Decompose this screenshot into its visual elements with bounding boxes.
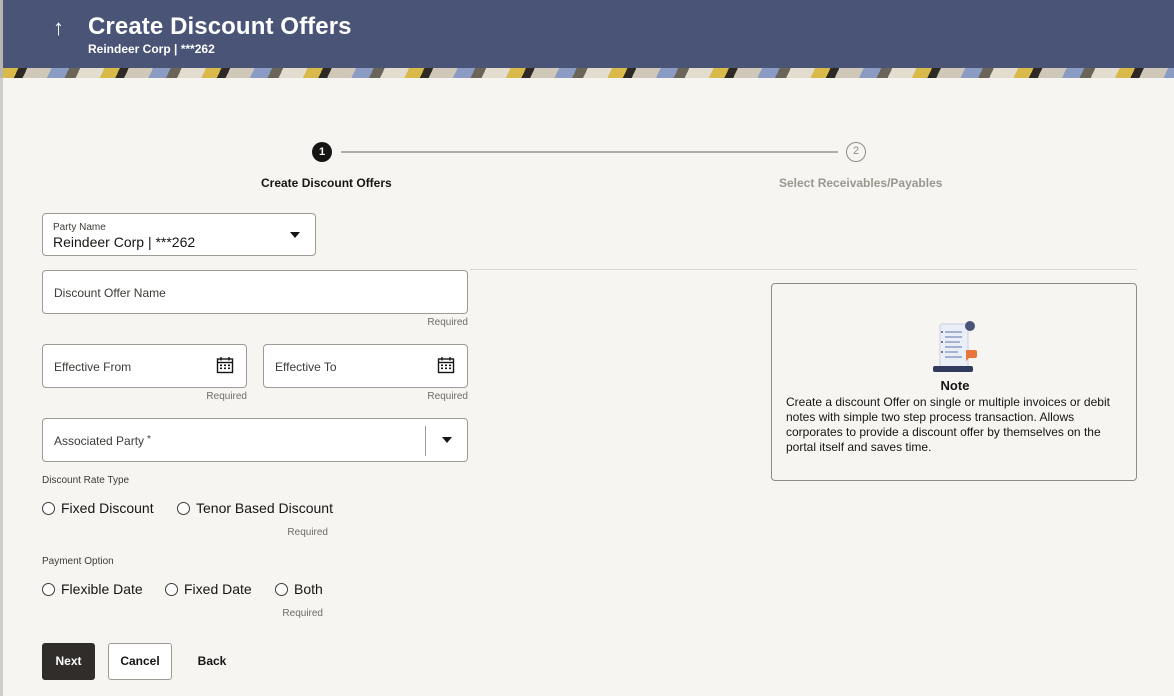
associated-party-label-text: Associated Party — [54, 434, 145, 448]
up-arrow-icon[interactable]: ↑ — [53, 14, 64, 42]
payment-option-required-hint: Required — [282, 608, 323, 619]
back-button[interactable]: Back — [188, 643, 236, 680]
radio-flexible-date[interactable]: Flexible Date — [42, 581, 143, 597]
radio-both[interactable]: Both — [275, 581, 323, 597]
note-text: Create a discount Offer on single or mul… — [786, 395, 1110, 454]
step-1-label: Create Discount Offers — [261, 176, 392, 190]
page-title: Create Discount Offers — [88, 13, 352, 40]
radio-both-label: Both — [294, 581, 323, 597]
radio-circle-icon[interactable] — [275, 582, 288, 596]
effective-from-label: Effective From — [54, 360, 132, 374]
radio-tenor-based-discount-label: Tenor Based Discount — [196, 500, 333, 516]
radio-circle-icon[interactable] — [42, 582, 55, 596]
header-decorative-band — [3, 68, 1174, 78]
payment-option-label: Payment Option — [42, 556, 114, 567]
radio-circle-icon[interactable] — [165, 582, 178, 596]
discount-offer-name-input[interactable]: Discount Offer Name — [42, 270, 468, 314]
step-2-label: Select Receivables/Payables — [779, 176, 943, 190]
radio-tenor-based-discount[interactable]: Tenor Based Discount — [177, 500, 333, 516]
radio-circle-icon[interactable] — [177, 501, 190, 515]
cancel-button[interactable]: Cancel — [108, 643, 172, 680]
calendar-icon[interactable] — [437, 356, 455, 374]
chevron-down-icon — [290, 232, 300, 238]
radio-fixed-date[interactable]: Fixed Date — [165, 581, 252, 597]
party-name-value: Reindeer Corp | ***262 — [53, 234, 196, 250]
discount-offer-name-label: Discount Offer Name — [54, 286, 166, 300]
step-2-indicator: 2 — [846, 142, 866, 162]
note-title: Note — [940, 378, 970, 393]
radio-circle-icon[interactable] — [42, 501, 55, 515]
left-edge — [0, 78, 3, 696]
step-1-indicator: 1 — [312, 142, 332, 162]
effective-to-required-hint: Required — [427, 391, 468, 402]
next-button[interactable]: Next — [42, 643, 95, 680]
offer-name-required-hint: Required — [427, 317, 468, 328]
required-asterisk: * — [147, 434, 151, 445]
effective-from-input[interactable]: Effective From — [42, 344, 247, 388]
effective-to-label: Effective To — [275, 360, 337, 374]
section-divider — [470, 269, 1137, 270]
party-name-label: Party Name — [53, 222, 106, 233]
calendar-icon[interactable] — [216, 356, 234, 374]
radio-fixed-discount-label: Fixed Discount — [61, 500, 154, 516]
party-name-select[interactable]: Party Name Reindeer Corp | ***262 — [42, 213, 316, 256]
page-subtitle: Reindeer Corp | ***262 — [88, 42, 215, 56]
effective-to-input[interactable]: Effective To — [263, 344, 468, 388]
discount-rate-type-label: Discount Rate Type — [42, 475, 130, 486]
discount-rate-required-hint: Required — [287, 527, 328, 538]
chevron-down-icon[interactable] — [442, 437, 452, 443]
note-panel: Note Create a discount Offer on single o… — [771, 283, 1137, 481]
stepper-line — [341, 151, 838, 153]
page-header: ↑ Create Discount Offers Reindeer Corp |… — [0, 0, 1174, 78]
radio-flexible-date-label: Flexible Date — [61, 581, 143, 597]
document-note-icon — [933, 321, 977, 372]
select-separator — [425, 426, 426, 456]
effective-from-required-hint: Required — [206, 391, 247, 402]
radio-fixed-date-label: Fixed Date — [184, 581, 252, 597]
associated-party-select[interactable]: Associated Party * — [42, 418, 468, 462]
associated-party-label: Associated Party * — [54, 434, 151, 448]
radio-fixed-discount[interactable]: Fixed Discount — [42, 500, 154, 516]
